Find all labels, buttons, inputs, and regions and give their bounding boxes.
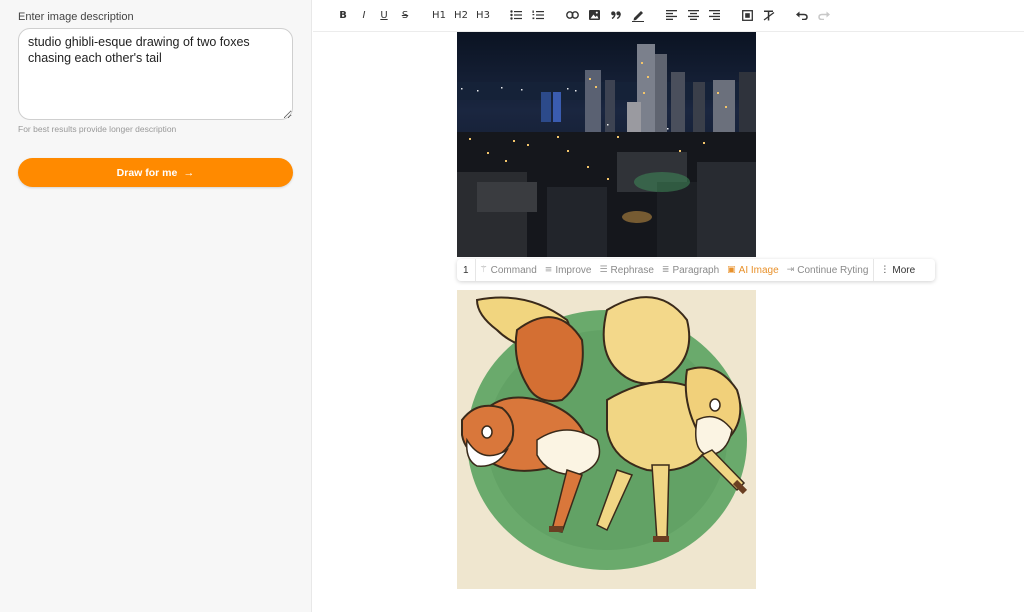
redo-icon[interactable] [817,7,831,23]
align-center-icon[interactable] [686,7,700,23]
generated-city-image [457,32,756,257]
arrow-right-icon: → [183,166,195,179]
draw-button-label: Draw for me [116,166,178,179]
bubble-number: 1 [461,259,476,281]
improve-menu-item[interactable]: ≡ Improve [541,259,596,281]
underline-button[interactable]: U [377,7,391,23]
ordered-list-icon[interactable] [531,7,545,23]
command-label: Command [490,264,537,276]
more-label: More [892,264,916,276]
magic-wand-icon: ⚚ [479,265,488,275]
paragraph-label: Paragraph [672,264,720,276]
image-icon: ▣ [727,265,736,275]
rephrase-menu-item[interactable]: ☰ Rephrase [595,259,657,281]
strikethrough-button[interactable]: S [398,7,412,23]
align-right-icon[interactable] [707,7,721,23]
clear-format-icon[interactable] [762,7,776,23]
more-menu-item[interactable]: ⋮ More [873,259,919,281]
rephrase-lines-icon: ☰ [599,265,608,275]
command-menu-item[interactable]: ⚚ Command [476,259,541,281]
heading1-button[interactable]: H1 [432,7,446,23]
description-hint: For best results provide longer descript… [18,124,177,134]
bubble-menu: 1 ⚚ Command ≡ Improve ☰ Rephrase ≣ Paragraph… [457,259,935,281]
highlight-pen-icon[interactable] [631,7,645,23]
bold-button[interactable]: B [336,7,350,23]
paragraph-lines-icon: ≣ [661,265,670,275]
undo-icon[interactable] [795,7,809,23]
description-label: Enter image description [18,11,134,23]
improve-lines-icon: ≡ [544,265,553,275]
continue-ryting-label: Continue Ryting [797,264,869,276]
italic-button[interactable]: I [357,7,371,23]
sidebar: Enter image description For best results… [0,0,312,612]
improve-label: Improve [555,264,592,276]
ai-image-menu-item[interactable]: ▣ AI Image [723,259,783,281]
more-vertical-icon: ⋮ [880,265,890,275]
heading2-button[interactable]: H2 [454,7,468,23]
image-description-input[interactable] [18,28,293,120]
continue-ryting-menu-item[interactable]: ⇥ Continue Ryting [783,259,873,281]
paragraph-menu-item[interactable]: ≣ Paragraph [658,259,723,281]
generated-fox-image [457,290,756,589]
align-left-icon[interactable] [664,7,678,23]
editor-toolbar: B I U S H1 H2 H3 [313,0,1024,32]
image-icon[interactable] [587,7,601,23]
link-icon[interactable] [565,7,579,23]
ai-image-label: AI Image [738,264,779,276]
bullet-list-icon[interactable] [509,7,523,23]
rephrase-label: Rephrase [610,264,654,276]
quote-icon[interactable] [609,7,623,23]
embed-icon[interactable] [740,7,754,23]
draw-for-me-button[interactable]: Draw for me → [18,158,293,187]
heading3-button[interactable]: H3 [476,7,490,23]
continue-arrow-icon: ⇥ [786,265,795,275]
